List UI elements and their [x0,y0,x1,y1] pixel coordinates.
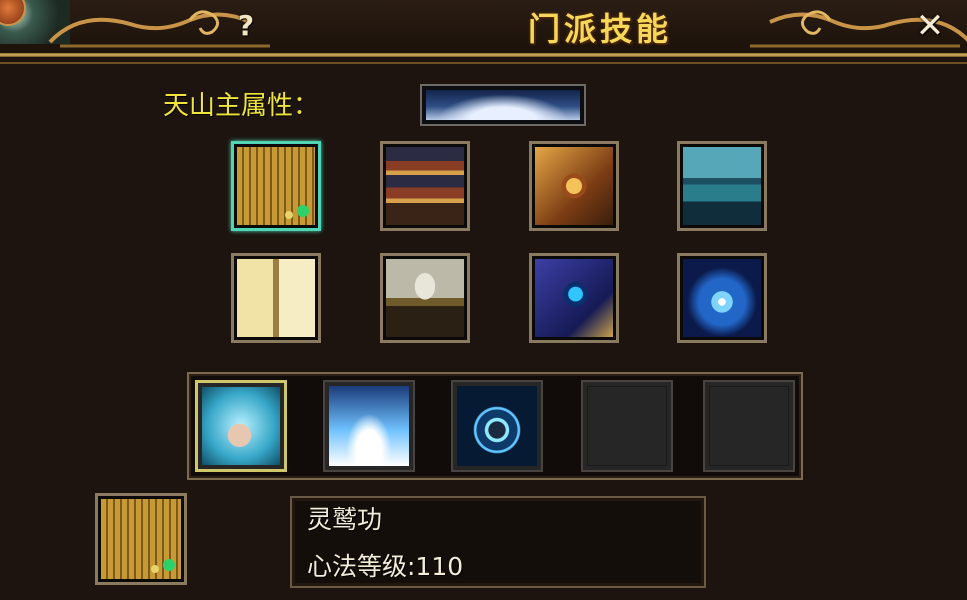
attribute-label: 天山主属性： [163,91,320,121]
book-slot-6[interactable] [380,253,470,343]
close-button[interactable]: ✕ [900,4,960,48]
skill-name: 灵鹫功 [307,505,383,534]
title-divider [0,53,967,57]
skill-slot-2[interactable] [323,380,415,472]
skill-slot-3[interactable] [451,380,543,472]
attribute-element-image [420,84,586,126]
book-slot-7[interactable] [529,253,619,343]
selected-book-preview [95,493,187,585]
open-book-icon [237,259,315,337]
scroll-book-icon [237,147,315,225]
scroll-book-icon [101,499,181,579]
meditation-aura-icon [457,386,537,466]
book-slot-3[interactable] [529,141,619,231]
ice-burst-icon [329,386,409,466]
snow-mountain-icon [426,90,580,120]
skill-slot-1[interactable] [195,380,287,472]
skill-level: 心法等级:110 [307,552,464,581]
skill-slot-5[interactable] [703,380,795,472]
empty-slot [709,386,789,466]
book-slot-2[interactable] [380,141,470,231]
title-divider-secondary [0,62,967,64]
skill-slot-4[interactable] [581,380,673,472]
golden-tome-icon [535,147,613,225]
book-slot-8[interactable] [677,253,767,343]
book-slot-4[interactable] [677,141,767,231]
silver-tome-icon [386,259,464,337]
blue-tome-icon [683,147,761,225]
book-slot-5[interactable] [231,253,321,343]
empty-slot [587,386,667,466]
window-title: 门派技能 [527,10,672,48]
mystic-scroll-icon [535,259,613,337]
help-button[interactable]: ? [228,8,264,44]
galaxy-orb-icon [683,259,761,337]
stacked-books-icon [386,147,464,225]
book-slot-1[interactable] [231,141,321,231]
fist-strike-icon [202,387,280,465]
